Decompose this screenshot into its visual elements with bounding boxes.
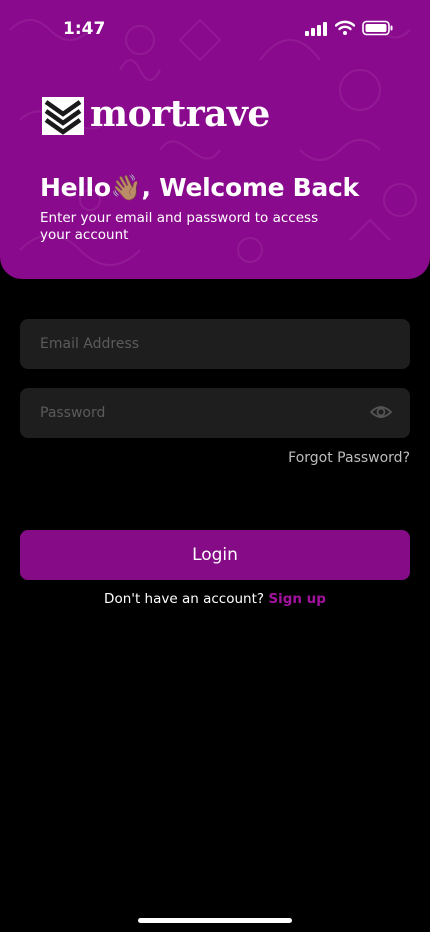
- battery-icon: [362, 20, 393, 36]
- home-indicator[interactable]: [138, 918, 292, 923]
- signal-icon: [305, 22, 327, 36]
- forgot-password-link[interactable]: Forgot Password?: [288, 450, 410, 466]
- eye-icon[interactable]: [370, 403, 392, 421]
- brand-wordmark: mortrave: [90, 93, 270, 135]
- login-screen: 1:47 mortrave Hello👋🏽, Welcome Back Ente…: [0, 0, 430, 932]
- chevron-logo-icon: [42, 97, 84, 135]
- status-time: 1:47: [63, 19, 106, 39]
- email-field[interactable]: [20, 319, 410, 369]
- signup-prompt: Don't have an account?: [104, 591, 265, 607]
- welcome-subtitle: Enter your email and password to access …: [40, 210, 319, 243]
- signup-link[interactable]: Sign up: [268, 591, 326, 607]
- wifi-icon: [335, 20, 355, 35]
- password-field[interactable]: [20, 388, 410, 438]
- signup-row: Don't have an account? Sign up: [0, 591, 430, 607]
- login-button[interactable]: Login: [20, 530, 410, 580]
- status-bar: 1:47: [0, 0, 430, 58]
- welcome-title: Hello👋🏽, Welcome Back: [40, 173, 359, 202]
- header-banner: 1:47 mortrave Hello👋🏽, Welcome Back Ente…: [0, 0, 430, 279]
